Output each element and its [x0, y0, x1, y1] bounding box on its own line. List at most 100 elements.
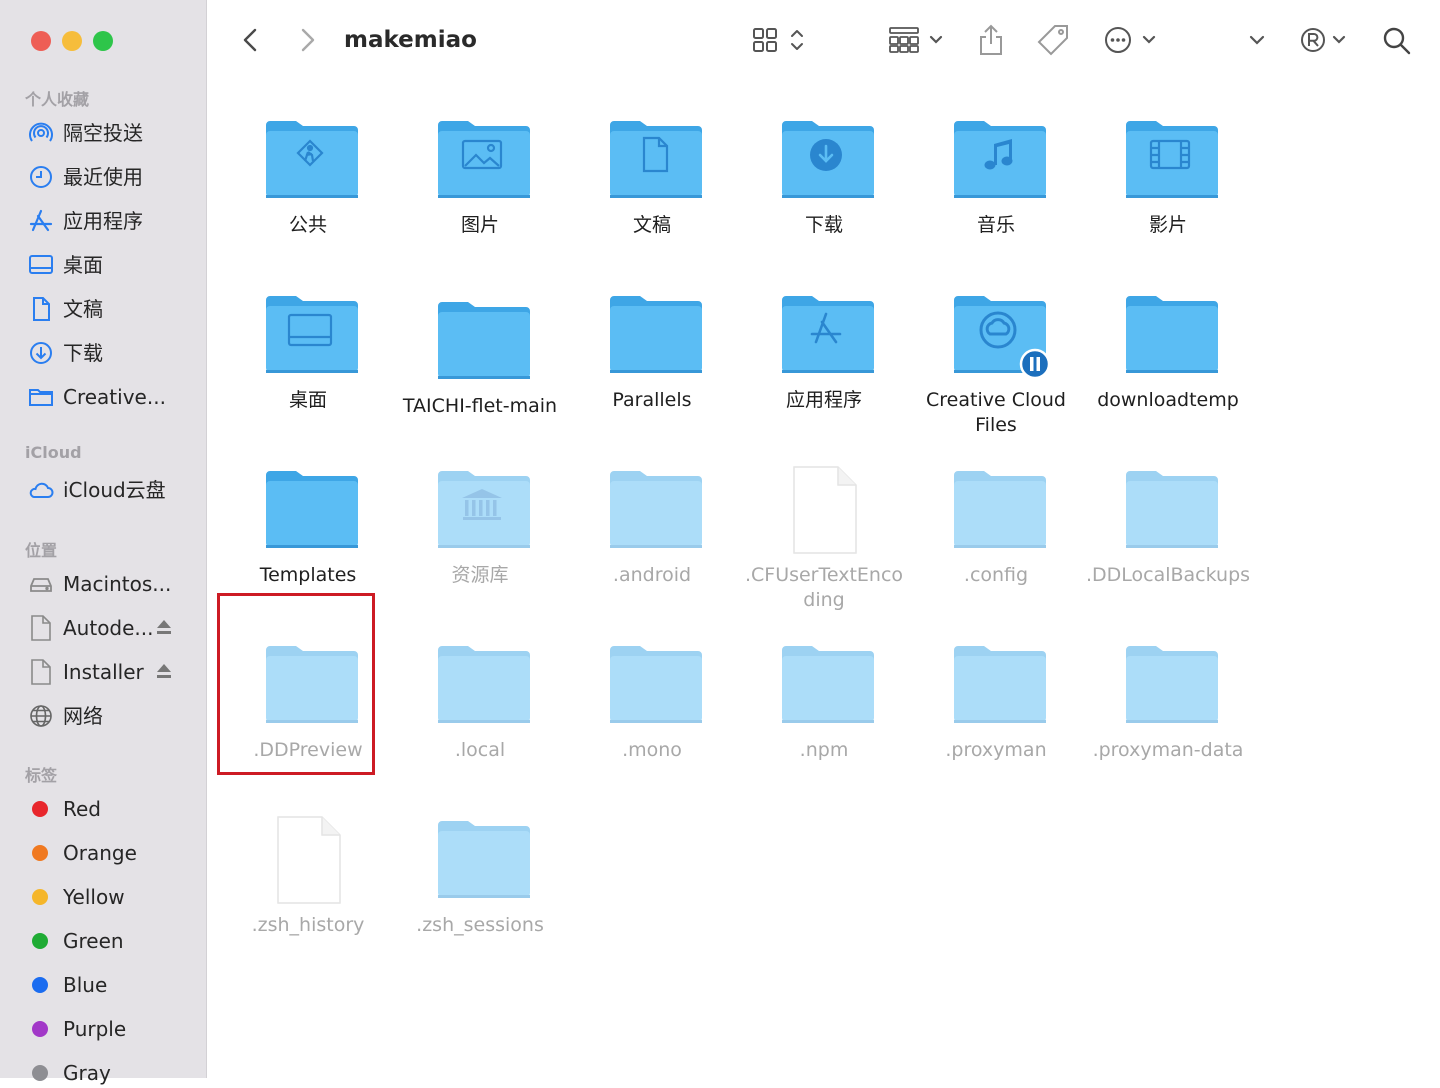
sidebar-item-autodesk[interactable]: Autode...	[28, 613, 203, 643]
sidebar-item-label: 网络	[63, 704, 103, 728]
sidebar-tag-orange[interactable]: Orange	[28, 838, 203, 868]
sidebar-item-desktop[interactable]: 桌面	[28, 250, 203, 280]
sidebar-item-label: 下载	[63, 341, 103, 365]
folder-item[interactable]: .proxyman	[910, 640, 1082, 800]
folder-icon	[950, 465, 1046, 549]
sidebar-tag-purple[interactable]: Purple	[28, 1014, 203, 1044]
eject-icon[interactable]	[155, 617, 173, 637]
folder-icon	[1122, 290, 1218, 374]
sidebar-item-downloads[interactable]: 下载	[28, 338, 203, 368]
zoom-window-button[interactable]	[93, 31, 113, 51]
folder-icon	[778, 640, 874, 724]
tag-color-dot	[32, 977, 48, 993]
folder-item[interactable]: .config	[910, 465, 1082, 625]
folder-item[interactable]: .DDLocalBackups	[1082, 465, 1254, 625]
disk-icon	[30, 578, 52, 592]
sidebar-item-applications[interactable]: 应用程序	[28, 206, 203, 236]
search-icon[interactable]	[1380, 24, 1414, 58]
applications-icon	[29, 209, 53, 232]
document-icon	[33, 297, 50, 321]
sidebar-item-label: Installer	[63, 660, 144, 684]
folder-item[interactable]: .proxyman-data	[1082, 640, 1254, 800]
item-name: downloadtemp	[1097, 389, 1239, 411]
folder-icon	[950, 640, 1046, 724]
sidebar-item-label: 文稿	[63, 297, 103, 321]
item-name: .android	[612, 564, 692, 586]
close-window-button[interactable]	[31, 31, 51, 51]
eject-icon[interactable]	[155, 661, 173, 681]
item-name: .config	[963, 564, 1029, 586]
file-item[interactable]: .CFUserTextEncoding	[738, 465, 910, 625]
sidebar-item-documents[interactable]: 文稿	[28, 294, 203, 324]
item-name: .proxyman	[945, 739, 1047, 761]
folder-item[interactable]: downloadtemp	[1082, 290, 1254, 450]
folder-item[interactable]: 音乐	[910, 115, 1082, 275]
item-name: .DDLocalBackups	[1085, 564, 1251, 586]
folder-item[interactable]: .local	[394, 640, 566, 800]
item-name: 公共	[288, 214, 327, 236]
view-mode-button[interactable]	[750, 24, 810, 56]
back-button[interactable]	[238, 26, 264, 54]
sidebar-item-label: Orange	[63, 841, 137, 865]
item-name: 影片	[1148, 214, 1187, 236]
folder-item[interactable]: Creative Cloud Files	[910, 290, 1082, 450]
registered-extension-icon[interactable]	[1298, 24, 1352, 56]
sidebar-tag-yellow[interactable]: Yellow	[28, 882, 203, 912]
item-name: TAICHI-flet-main	[402, 395, 558, 417]
item-name: Parallels	[612, 389, 692, 411]
sidebar-item-icloud-drive[interactable]: iCloud云盘	[28, 475, 203, 505]
folder-item[interactable]: Parallels	[566, 290, 738, 450]
folder-icon	[1122, 465, 1218, 549]
sidebar-item-network[interactable]: 网络	[28, 701, 203, 731]
folder-item[interactable]: .android	[566, 465, 738, 625]
item-name: 音乐	[976, 214, 1015, 236]
share-icon[interactable]	[975, 22, 1007, 58]
folder-item[interactable]: 文稿	[566, 115, 738, 275]
sidebar-tag-gray[interactable]: Gray	[28, 1058, 203, 1088]
folder-item[interactable]: 资源库	[394, 465, 566, 625]
folder-icon	[434, 640, 530, 724]
folder-item[interactable]: .zsh_sessions	[394, 815, 566, 975]
library-folder-icon	[434, 465, 530, 549]
tag-icon[interactable]	[1035, 22, 1073, 58]
sidebar-item-installer[interactable]: Installer	[28, 657, 203, 687]
sidebar-item-recents[interactable]: 最近使用	[28, 162, 203, 192]
sidebar-item-label: Red	[63, 797, 101, 821]
highlight-box	[217, 593, 375, 775]
sidebar-item-label: Yellow	[63, 885, 125, 909]
folder-item[interactable]: .npm	[738, 640, 910, 800]
folder-item[interactable]: 下载	[738, 115, 910, 275]
forward-button[interactable]	[294, 26, 320, 54]
folder-item[interactable]: 图片	[394, 115, 566, 275]
sidebar-item-label: Autode...	[63, 616, 154, 640]
sidebar-item-label: Purple	[63, 1017, 127, 1041]
folder-item[interactable]: 影片	[1082, 115, 1254, 275]
minimize-window-button[interactable]	[62, 31, 82, 51]
folder-icon	[606, 465, 702, 549]
folder-item[interactable]: .mono	[566, 640, 738, 800]
tag-color-dot	[32, 1021, 48, 1037]
more-actions-button[interactable]	[1102, 24, 1162, 56]
creative-cloud-folder-icon	[950, 290, 1051, 380]
sidebar-tag-red[interactable]: Red	[28, 794, 203, 824]
sidebar-item-label: Macintos...	[63, 572, 172, 596]
cloud-icon	[29, 482, 54, 498]
sidebar-tag-blue[interactable]: Blue	[28, 970, 203, 1000]
sidebar-item-macintosh[interactable]: Macintos...	[28, 569, 203, 599]
group-button[interactable]	[886, 24, 948, 56]
sidebar-item-airdrop[interactable]: 隔空投送	[28, 118, 203, 148]
folder-item[interactable]: 应用程序	[738, 290, 910, 450]
sidebar-item-label: Creative...	[63, 385, 166, 409]
file-item[interactable]: .zsh_history	[222, 815, 394, 975]
folder-icon	[29, 389, 53, 406]
sidebar: 个人收藏 隔空投送 最近使用 应用程序 桌面 文稿 下载 Creative...…	[0, 0, 207, 1085]
sidebar-item-creative[interactable]: Creative...	[28, 382, 203, 412]
folder-item[interactable]: 公共	[222, 115, 394, 275]
folder-icon	[434, 296, 530, 380]
folder-item[interactable]: 桌面	[222, 290, 394, 450]
sidebar-tag-green[interactable]: Green	[28, 926, 203, 956]
folder-item[interactable]: TAICHI-flet-main	[394, 290, 566, 450]
sidebar-item-label: 桌面	[63, 253, 103, 277]
chevron-down-icon[interactable]	[1244, 28, 1270, 52]
movies-folder-icon	[1122, 115, 1218, 199]
